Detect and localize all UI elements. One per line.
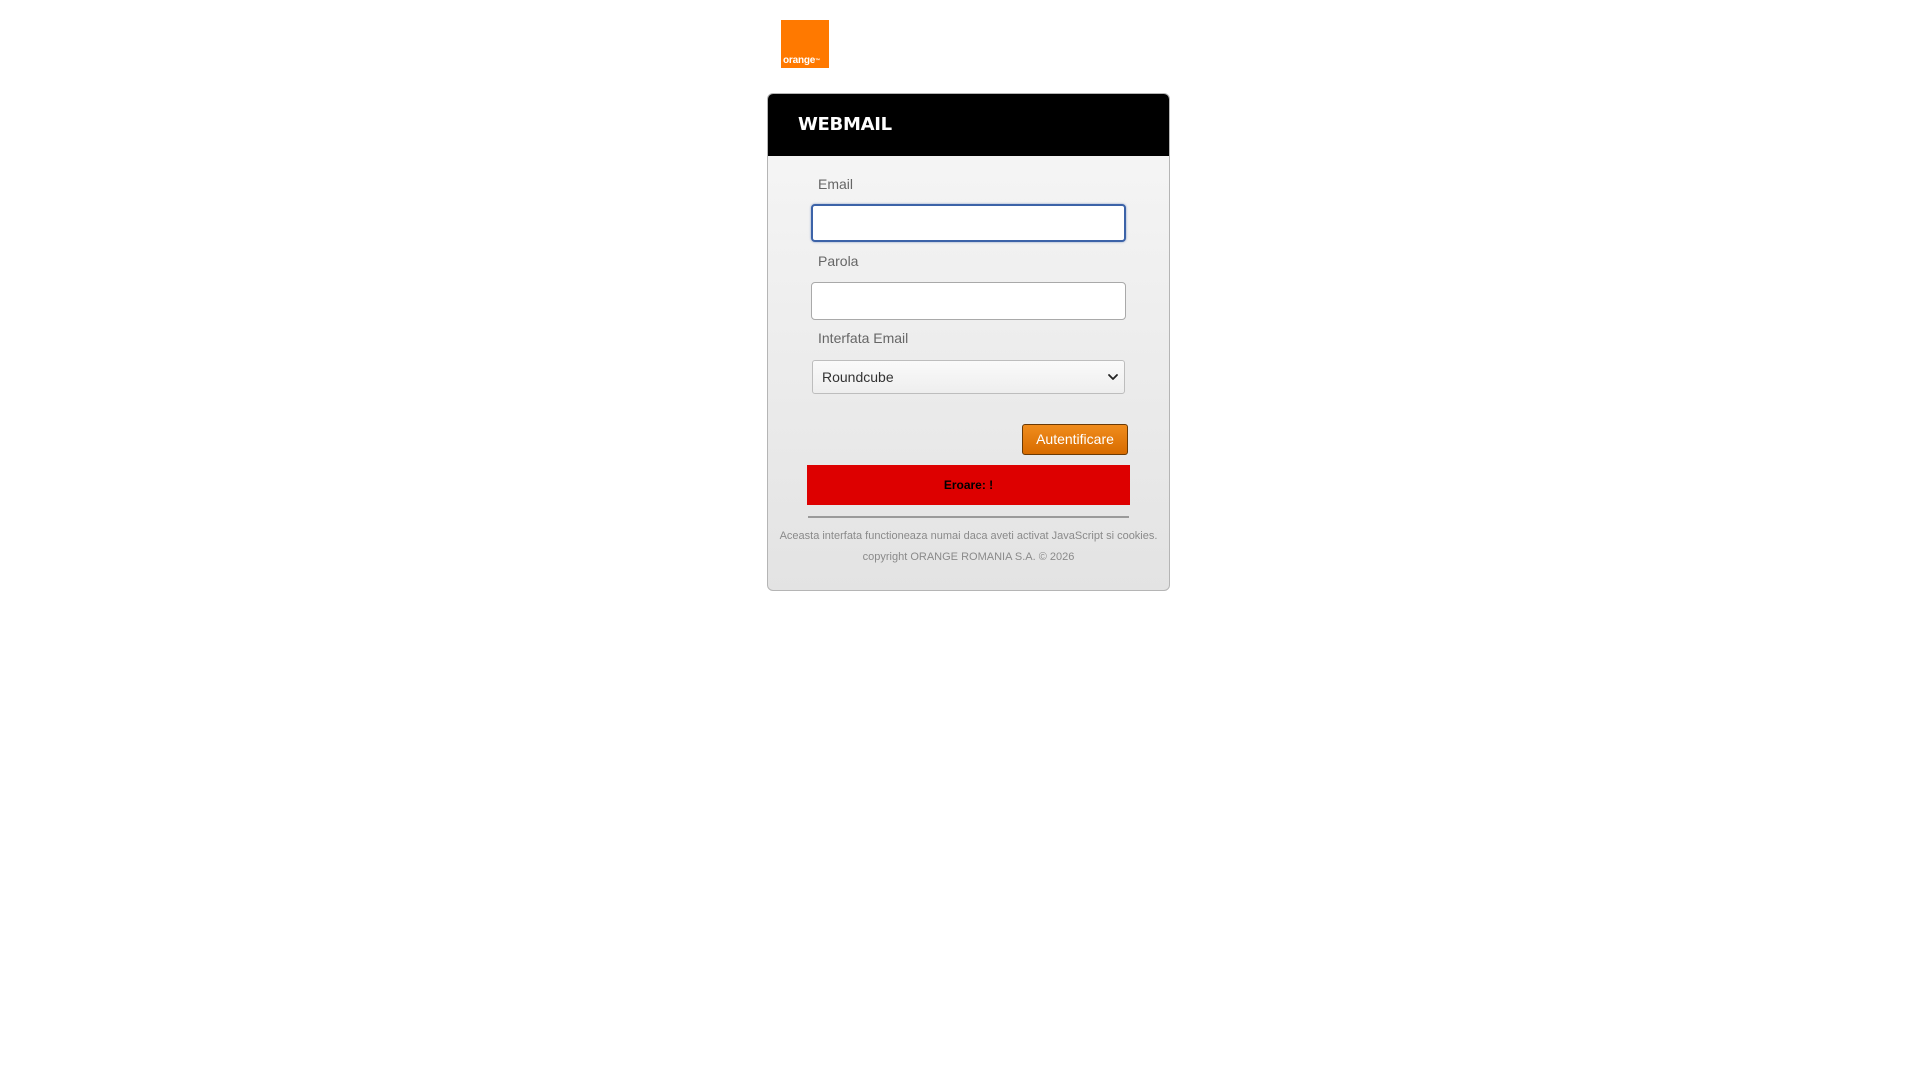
password-label: Parola [818, 253, 859, 269]
copyright: copyright ORANGE ROMANIA S.A. © 2026 [862, 551, 1075, 563]
javascript-notice: Aceasta interfata functioneaza numai dac… [779, 530, 1158, 542]
orange-logo: orange™ [781, 20, 829, 68]
interface-label: Interfata Email [818, 330, 909, 346]
password-field[interactable] [811, 282, 1126, 320]
error-message: Eroare: ! [807, 465, 1130, 505]
divider [808, 516, 1129, 518]
logo-text: orange™ [783, 55, 820, 66]
email-field[interactable] [811, 204, 1126, 242]
login-button[interactable]: Autentificare [1022, 424, 1128, 455]
chevron-down-icon [1108, 374, 1118, 380]
login-panel: WEBMAIL Email Parola Interfata Email Rou… [767, 93, 1170, 591]
interface-select-value: Roundcube [822, 369, 894, 385]
panel-title: WEBMAIL [768, 94, 1169, 156]
interface-select[interactable]: Roundcube [812, 360, 1125, 394]
email-label: Email [818, 176, 854, 192]
